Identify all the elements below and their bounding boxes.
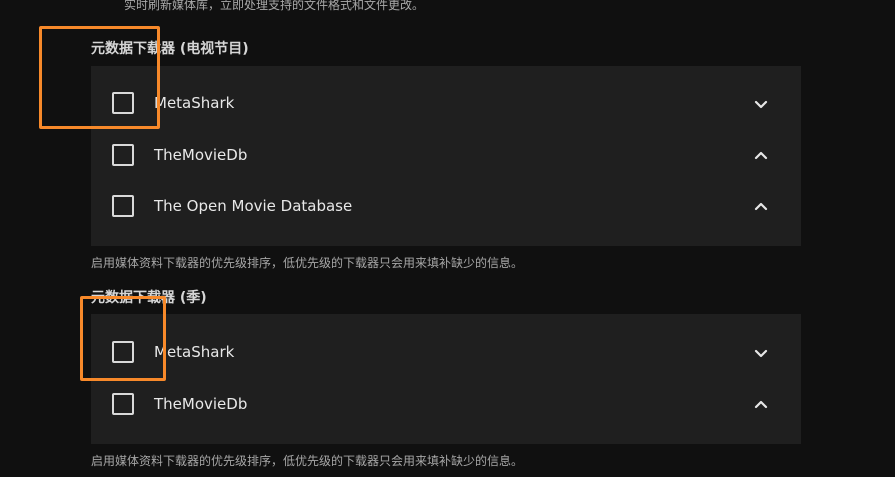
chevron-down-icon[interactable] bbox=[751, 94, 771, 114]
checkbox-metashark[interactable] bbox=[112, 341, 134, 363]
settings-page: 实时刷新媒体库，立即处理支持的文件格式和文件更改。 元数据下载器 (电视节目) … bbox=[0, 0, 895, 477]
list-item-themoviedb: TheMovieDb bbox=[91, 379, 801, 431]
section-title-season-downloaders: 元数据下载器 (季) bbox=[91, 290, 207, 306]
chevron-up-icon[interactable] bbox=[751, 197, 771, 217]
checkbox-themoviedb[interactable] bbox=[112, 144, 134, 166]
list-item-label: MetaShark bbox=[154, 94, 235, 112]
checkbox-themoviedb[interactable] bbox=[112, 393, 134, 415]
chevron-down-icon[interactable] bbox=[751, 343, 771, 363]
chevron-up-icon[interactable] bbox=[751, 395, 771, 415]
season-downloaders-list: MetaShark TheMovieDb bbox=[91, 314, 801, 444]
list-item-omdb: The Open Movie Database bbox=[91, 181, 801, 233]
chevron-up-icon[interactable] bbox=[751, 146, 771, 166]
list-item-label: MetaShark bbox=[154, 343, 235, 361]
section-title-tv-downloaders: 元数据下载器 (电视节目) bbox=[91, 41, 249, 57]
list-item-label: TheMovieDb bbox=[154, 395, 248, 413]
list-item-label: TheMovieDb bbox=[154, 146, 248, 164]
checkbox-omdb[interactable] bbox=[112, 195, 134, 217]
list-item-metashark: MetaShark bbox=[91, 78, 801, 130]
tv-downloaders-list: MetaShark TheMovieDb The Open Movie Data… bbox=[91, 66, 801, 246]
list-item-metashark: MetaShark bbox=[91, 327, 801, 379]
season-downloaders-help: 启用媒体资料下载器的优先级排序，低优先级的下载器只会用来填补缺少的信息。 bbox=[91, 454, 524, 468]
list-item-label: The Open Movie Database bbox=[154, 197, 353, 215]
tv-downloaders-help: 启用媒体资料下载器的优先级排序，低优先级的下载器只会用来填补缺少的信息。 bbox=[91, 256, 524, 270]
list-item-themoviedb: TheMovieDb bbox=[91, 130, 801, 182]
realtime-monitor-description: 实时刷新媒体库，立即处理支持的文件格式和文件更改。 bbox=[124, 0, 425, 12]
checkbox-metashark[interactable] bbox=[112, 92, 134, 114]
